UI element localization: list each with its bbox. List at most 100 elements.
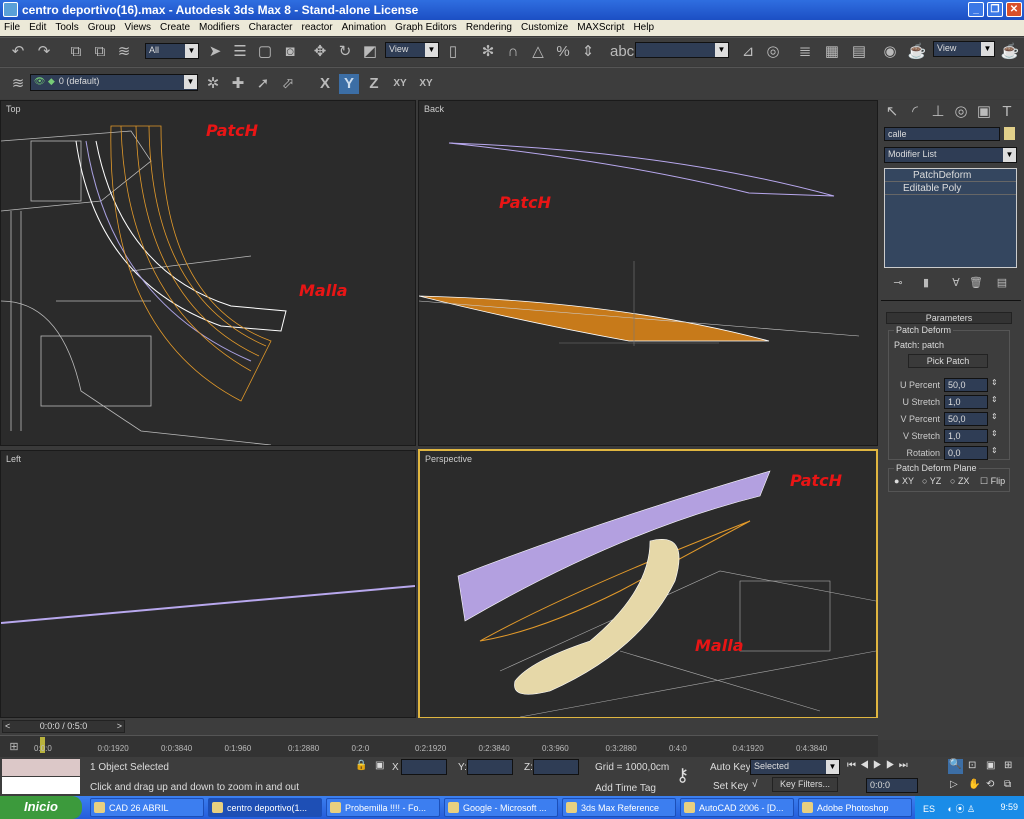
material-editor-icon[interactable]: ◉ bbox=[880, 42, 900, 62]
y-coordinate-field[interactable] bbox=[467, 759, 513, 775]
layers-icon[interactable]: ≋ bbox=[8, 74, 28, 94]
layer-manager-icon[interactable]: ≣ bbox=[795, 42, 815, 62]
taskbar-item[interactable]: centro deportivo(1... bbox=[208, 798, 322, 817]
close-button[interactable]: ✕ bbox=[1006, 2, 1022, 17]
radio-yz[interactable]: ○ YZ bbox=[922, 476, 941, 486]
zoom-all-icon[interactable]: ⊡ bbox=[968, 760, 976, 771]
select-by-name-icon[interactable]: ☰ bbox=[230, 42, 250, 62]
menu-edit[interactable]: Edit bbox=[29, 22, 46, 34]
render-scene-icon[interactable]: ☕ bbox=[907, 42, 927, 62]
z-coordinate-field[interactable] bbox=[533, 759, 579, 775]
taskbar-item[interactable]: 3ds Max Reference bbox=[562, 798, 676, 817]
bind-spacewarp-icon[interactable]: ≋ bbox=[114, 42, 134, 62]
window-crossing-icon[interactable]: ◙ bbox=[280, 42, 300, 62]
absolute-mode-icon[interactable]: ▣ bbox=[375, 760, 384, 771]
start-button[interactable]: Inicio bbox=[0, 796, 82, 819]
rollout-parameters[interactable]: Parameters bbox=[886, 312, 1012, 324]
angle-snap-icon[interactable]: △ bbox=[528, 42, 548, 62]
spinner-icon[interactable]: ⇕ bbox=[991, 378, 998, 387]
object-color-swatch[interactable] bbox=[1004, 127, 1015, 140]
mirror-icon[interactable]: ⊿ bbox=[738, 42, 758, 62]
radio-zx[interactable]: ○ ZX bbox=[950, 476, 969, 486]
next-frame-icon[interactable]: > bbox=[117, 721, 124, 731]
spinner-icon[interactable]: ⇕ bbox=[991, 395, 998, 404]
align-icon[interactable]: ◎ bbox=[763, 42, 783, 62]
redo-icon[interactable]: ↷ bbox=[34, 42, 54, 62]
snap-icon[interactable]: ∩ bbox=[503, 42, 523, 62]
undo-icon[interactable]: ↶ bbox=[8, 42, 28, 62]
selection-filter-dropdown[interactable]: All ▼ bbox=[145, 43, 199, 59]
fov-icon[interactable]: ▷ bbox=[950, 779, 958, 790]
zoom-extents-all-icon[interactable]: ⊞ bbox=[1004, 760, 1012, 771]
manipulate-icon[interactable]: ✻ bbox=[478, 42, 498, 62]
viewport-label[interactable]: Perspective bbox=[425, 454, 472, 464]
param-field[interactable]: 0,0 bbox=[944, 446, 988, 460]
playback-controls[interactable]: ⏮◀▶▶⏭ bbox=[847, 760, 912, 771]
move-icon[interactable]: ✥ bbox=[310, 42, 330, 62]
rect-selection-icon[interactable]: ▢ bbox=[255, 42, 275, 62]
minimize-button[interactable]: _ bbox=[968, 2, 984, 17]
display-tab-icon[interactable]: ▣ bbox=[974, 102, 994, 122]
menu-modifiers[interactable]: Modifiers bbox=[199, 22, 240, 34]
viewport-label[interactable]: Top bbox=[6, 104, 21, 114]
named-selection-dropdown[interactable]: ▼ bbox=[635, 42, 729, 58]
axis-z-button[interactable]: Z bbox=[364, 74, 384, 94]
ref-coord-dropdown[interactable]: View ▼ bbox=[385, 42, 439, 58]
orbit-icon[interactable]: ⟲ bbox=[986, 779, 994, 790]
taskbar-item[interactable]: Adobe Photoshop bbox=[798, 798, 912, 817]
viewport-label[interactable]: Back bbox=[424, 104, 444, 114]
menu-maxscript[interactable]: MAXScript bbox=[577, 22, 624, 34]
pan-icon[interactable]: ✋ bbox=[968, 779, 980, 790]
prev-frame-icon[interactable]: < bbox=[3, 721, 10, 731]
param-field[interactable]: 1,0 bbox=[944, 429, 988, 443]
pivot-icon[interactable]: ▯ bbox=[443, 42, 463, 62]
object-name-field[interactable]: calle bbox=[884, 127, 1000, 141]
menu-file[interactable]: File bbox=[4, 22, 20, 34]
scale-icon[interactable]: ◩ bbox=[360, 42, 380, 62]
stack-item-patchdeform[interactable]: PatchDeform bbox=[885, 169, 1016, 182]
taskbar-item[interactable]: Probemilla !!!! - Fo... bbox=[326, 798, 440, 817]
axis-xy-button[interactable]: XY bbox=[390, 74, 410, 94]
viewport-label[interactable]: Left bbox=[6, 454, 21, 464]
maxscript-listener-white[interactable] bbox=[2, 777, 80, 794]
viewport-perspective[interactable]: Perspective PatcH Malla bbox=[418, 449, 878, 719]
axis-xy-flyout-button[interactable]: XY bbox=[416, 74, 436, 94]
remove-modifier-icon[interactable]: 🗑 bbox=[966, 273, 986, 293]
auto-key-button[interactable]: Auto Key bbox=[710, 762, 751, 773]
taskbar-item[interactable]: AutoCAD 2006 - [D... bbox=[680, 798, 794, 817]
quick-render-icon[interactable]: ☕ bbox=[1000, 42, 1020, 62]
modifier-list-dropdown[interactable]: Modifier List ▼ bbox=[884, 147, 1017, 163]
maximize-button[interactable]: ❐ bbox=[987, 2, 1003, 17]
stack-item-editable-poly[interactable]: Editable Poly bbox=[885, 182, 1016, 195]
motion-tab-icon[interactable]: ◎ bbox=[951, 102, 971, 122]
key-filters-button[interactable]: Key Filters... bbox=[772, 777, 838, 792]
menu-customize[interactable]: Customize bbox=[521, 22, 568, 34]
set-key-button[interactable]: Set Key bbox=[713, 781, 748, 792]
configure-sets-icon[interactable]: ▤ bbox=[992, 273, 1012, 293]
language-indicator[interactable]: ES bbox=[923, 804, 935, 814]
maximize-viewport-icon[interactable]: ⧉ bbox=[1004, 779, 1011, 790]
tray-icons[interactable]: ◐ ⦿ ♙ bbox=[948, 804, 976, 814]
make-unique-icon[interactable]: ∀ bbox=[946, 273, 966, 293]
menu-graph-editors[interactable]: Graph Editors bbox=[395, 22, 457, 34]
taskbar-item[interactable]: CAD 26 ABRIL bbox=[90, 798, 204, 817]
schematic-icon[interactable]: ▤ bbox=[849, 42, 869, 62]
param-field[interactable]: 50,0 bbox=[944, 412, 988, 426]
viewport-left[interactable]: Left bbox=[0, 450, 416, 718]
time-slider[interactable]: < 0:0:0 / 0:5:0 > bbox=[2, 720, 125, 733]
zoom-extents-icon[interactable]: ▣ bbox=[986, 760, 995, 771]
menu-character[interactable]: Character bbox=[249, 22, 293, 34]
spinner-icon[interactable]: ⇕ bbox=[991, 412, 998, 421]
key-tangent-icon[interactable]: √ bbox=[752, 779, 758, 790]
spinner-icon[interactable]: ⇕ bbox=[991, 429, 998, 438]
mini-curve-editor-icon[interactable]: ⊞ bbox=[4, 737, 24, 757]
spinner-snap-icon[interactable]: ⇕ bbox=[578, 42, 598, 62]
create-tab-icon[interactable]: ↖ bbox=[882, 102, 902, 122]
percent-snap-icon[interactable]: % bbox=[553, 42, 573, 62]
maxscript-listener-pink[interactable] bbox=[2, 759, 80, 776]
pick-patch-button[interactable]: Pick Patch bbox=[908, 354, 988, 368]
param-field[interactable]: 1,0 bbox=[944, 395, 988, 409]
link-icon[interactable]: ⧉ bbox=[66, 42, 86, 62]
select-layer-icon[interactable]: ➚ bbox=[253, 74, 273, 94]
current-time-field[interactable]: 0:0:0 bbox=[866, 778, 918, 793]
